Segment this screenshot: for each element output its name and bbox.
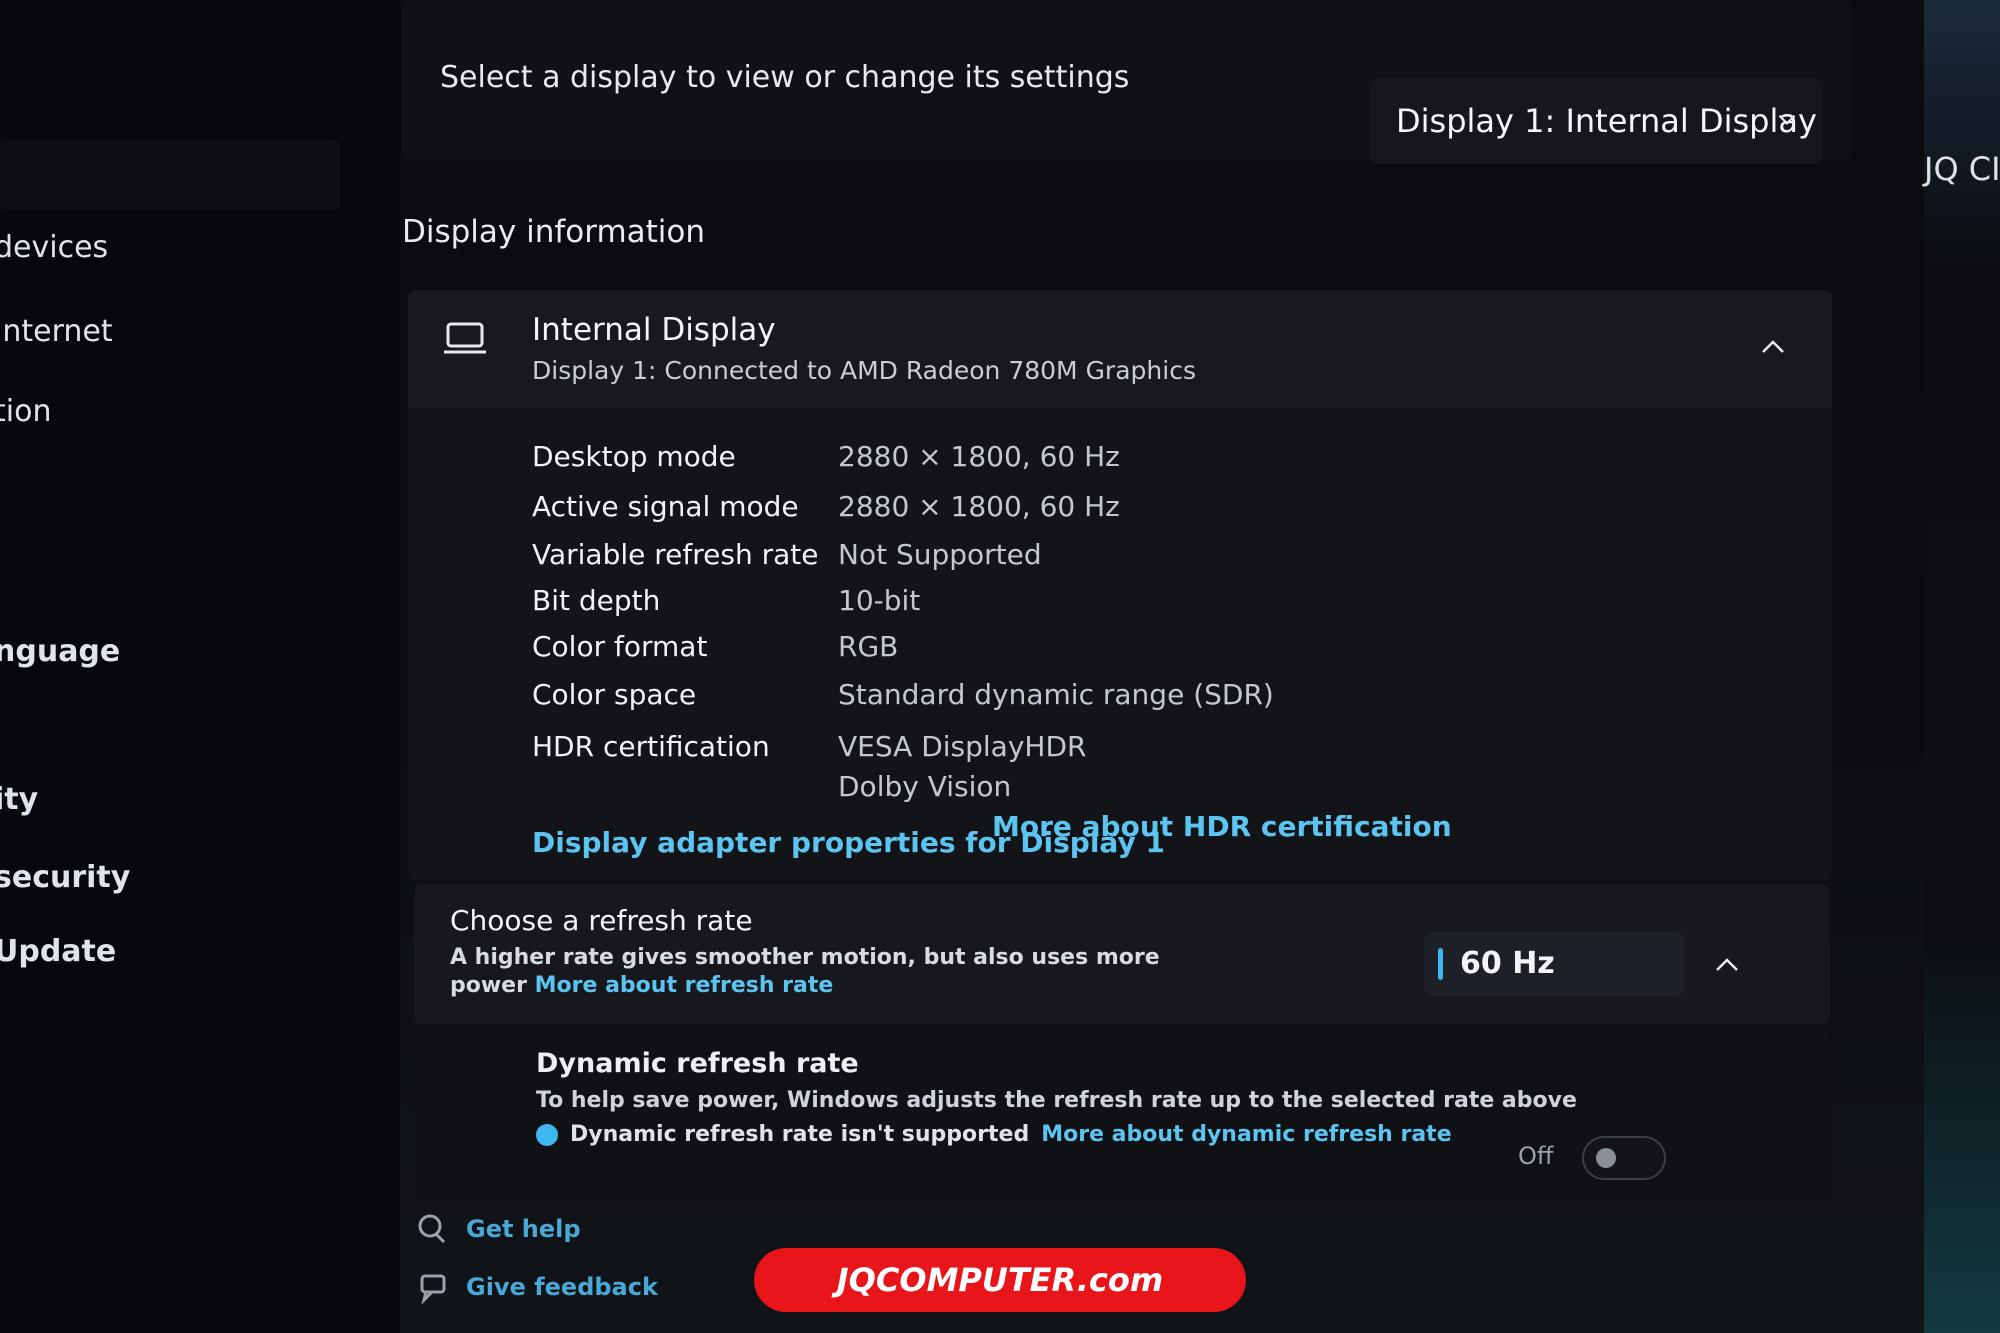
refresh-rate-value: 60 Hz (1460, 946, 1555, 981)
main-content: Select a display to view or change its s… (402, 0, 1932, 1333)
property-value: RGB (838, 630, 899, 663)
sidebar: devices internet tion nguage ity securit… (0, 0, 400, 1333)
property-value: 2880 × 1800, 60 Hz (838, 490, 1120, 523)
property-label: Desktop mode (532, 440, 736, 473)
adapter-properties-link[interactable]: Display adapter properties for Display 1 (532, 826, 1165, 859)
sidebar-item-accessibility[interactable]: ity (0, 782, 38, 817)
property-label: Color format (532, 630, 708, 663)
refresh-rate-title: Choose a refresh rate (450, 904, 753, 937)
chevron-down-icon (1778, 114, 1796, 125)
property-value: Standard dynamic range (SDR) (838, 678, 1274, 711)
sidebar-search-area[interactable] (0, 140, 340, 210)
watermark-text: JQCOMPUTER.com (836, 1261, 1164, 1299)
property-label: Active signal mode (532, 490, 799, 523)
sidebar-item-language[interactable]: nguage (0, 634, 120, 669)
give-feedback-row[interactable]: Give feedback (416, 1270, 658, 1304)
background-window: JQ CI (1924, 0, 2000, 1333)
property-value: 10-bit (838, 584, 921, 617)
property-label: HDR certification (532, 730, 770, 763)
toggle-state-label: Off (1518, 1142, 1554, 1170)
settings-window: devices internet tion nguage ity securit… (0, 0, 2000, 1333)
info-icon (536, 1123, 558, 1146)
property-label: Bit depth (532, 584, 661, 617)
display-subtitle: Display 1: Connected to AMD Radeon 780M … (532, 356, 1196, 385)
property-label: Color space (532, 678, 697, 711)
display-dropdown[interactable]: Display 1: Internal Display (1370, 78, 1822, 164)
dynamic-refresh-note-text: Dynamic refresh rate isn't supported (570, 1122, 1030, 1147)
toggle-knob (1596, 1148, 1616, 1168)
display-info-header[interactable]: Internal Display Display 1: Connected to… (408, 290, 1832, 408)
sidebar-item-personalization[interactable]: tion (0, 394, 51, 429)
display-name: Internal Display (532, 312, 776, 348)
dynamic-refresh-link[interactable]: More about dynamic refresh rate (1041, 1122, 1451, 1147)
get-help-row[interactable]: Get help (416, 1212, 581, 1246)
give-feedback-link[interactable]: Give feedback (466, 1273, 658, 1301)
display-select-card: Select a display to view or change its s… (402, 0, 1852, 164)
refresh-rate-description: A higher rate gives smoother motion, but… (450, 944, 1210, 1000)
refresh-rate-dropdown[interactable]: 60 Hz (1424, 932, 1684, 996)
chevron-up-icon[interactable] (1758, 332, 1788, 362)
get-help-link[interactable]: Get help (466, 1215, 581, 1243)
chevron-up-icon[interactable] (1712, 950, 1742, 980)
property-value-extra: Dolby Vision (838, 770, 1012, 803)
dynamic-refresh-toggle[interactable] (1582, 1136, 1666, 1180)
property-label: Variable refresh rate (532, 538, 819, 571)
display-dropdown-value: Display 1: Internal Display (1396, 102, 1817, 140)
background-window-title: JQ CI (1924, 150, 2000, 188)
dynamic-refresh-title: Dynamic refresh rate (536, 1048, 859, 1079)
sidebar-item-devices[interactable]: devices (0, 230, 108, 265)
property-value: 2880 × 1800, 60 Hz (838, 440, 1120, 473)
property-value: Not Supported (838, 538, 1042, 571)
property-value: VESA DisplayHDR (838, 730, 1087, 763)
display-info-card: Internal Display Display 1: Connected to… (408, 290, 1832, 880)
section-title: Display information (402, 214, 706, 250)
sidebar-item-update[interactable]: Update (0, 934, 116, 969)
select-display-label: Select a display to view or change its s… (440, 60, 1130, 95)
dynamic-refresh-note: Dynamic refresh rate isn't supported Mor… (536, 1122, 1452, 1147)
dynamic-refresh-description: To help save power, Windows adjusts the … (536, 1088, 1577, 1113)
help-chat-icon (418, 1214, 446, 1244)
selection-indicator (1438, 948, 1443, 980)
feedback-icon (420, 1274, 446, 1304)
refresh-rate-card: Choose a refresh rate A higher rate give… (414, 884, 1830, 1024)
refresh-rate-link[interactable]: More about refresh rate (535, 973, 834, 998)
dynamic-refresh-card: Dynamic refresh rate To help save power,… (414, 1030, 1830, 1200)
sidebar-item-internet[interactable]: internet (0, 314, 113, 349)
laptop-icon (444, 322, 486, 354)
watermark-banner: JQCOMPUTER.com (754, 1248, 1246, 1312)
sidebar-item-security[interactable]: security (0, 860, 130, 895)
